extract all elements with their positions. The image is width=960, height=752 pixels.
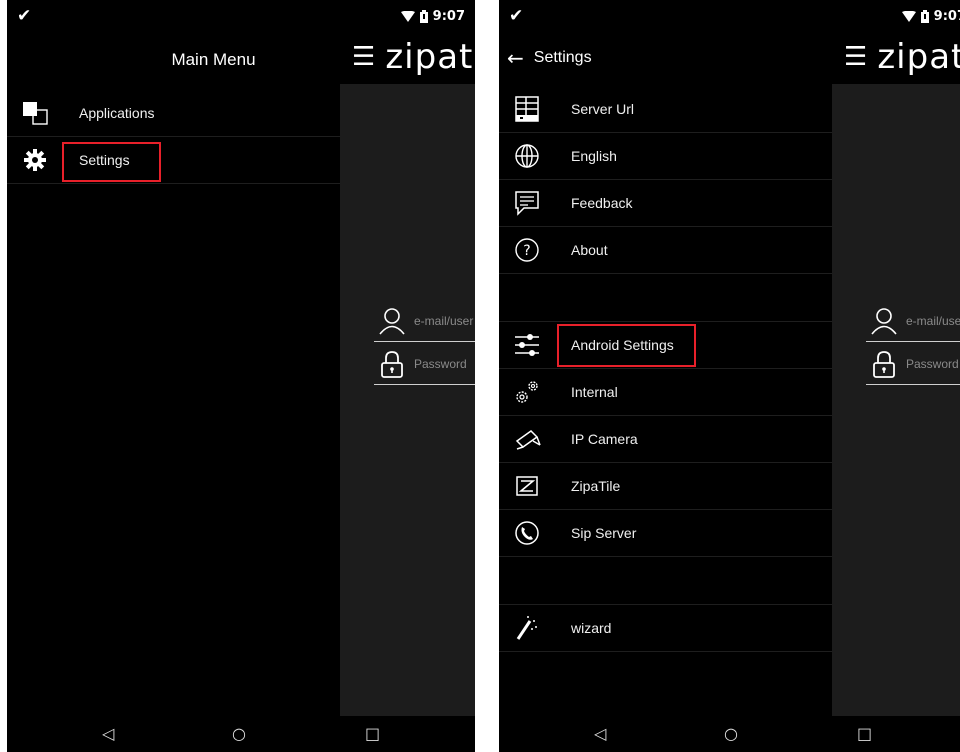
menu-item-feedback[interactable]: Feedback [499, 180, 832, 227]
lock-icon [873, 350, 895, 378]
app-logo: zipato [385, 37, 475, 77]
zipatile-icon [499, 474, 555, 498]
menu-item-wizard[interactable]: wizard [499, 605, 832, 652]
menu-item-english[interactable]: English [499, 133, 832, 180]
app-background: ☰ zipato e-mail/user Password [340, 30, 475, 716]
clock: 9:07 [933, 9, 960, 24]
nav-bar: ◁ ○ □ [7, 716, 475, 752]
hamburger-menu-icon[interactable]: ☰ [352, 42, 375, 72]
app-toolbar: ☰ zipato [832, 30, 960, 84]
menu-item-about[interactable]: ? About [499, 227, 832, 274]
clock: 9:07 [432, 9, 465, 24]
menu-item-zipatile[interactable]: ZipaTile [499, 463, 832, 510]
question-icon: ? [499, 237, 555, 263]
settings-header: ← Settings [499, 30, 832, 86]
menu-item-label: wizard [571, 620, 612, 636]
settings-drawer: ← Settings Server Url English Feedback ? [499, 30, 832, 716]
back-icon[interactable]: ◁ [102, 724, 114, 743]
user-icon [379, 307, 405, 335]
drawer-title: Main Menu [7, 30, 340, 90]
password-placeholder: Password [414, 356, 467, 371]
server-icon [499, 95, 555, 123]
wifi-icon [400, 11, 415, 22]
menu-item-label: Feedback [571, 195, 633, 211]
battery-icon [419, 10, 428, 23]
hamburger-menu-icon[interactable]: ☰ [844, 42, 867, 72]
right-screen: ✔ 9:07 ☰ zipato e-mail/user Password ← S… [499, 0, 960, 752]
globe-icon [499, 143, 555, 169]
svg-text:?: ? [523, 243, 530, 259]
check-icon: ✔ [509, 6, 524, 26]
status-bar: ✔ 9:07 [499, 0, 960, 30]
wifi-icon [901, 11, 916, 22]
menu-item-label: Internal [571, 384, 618, 400]
menu-item-label: Server Url [571, 101, 635, 117]
home-icon[interactable]: ○ [724, 724, 738, 743]
recents-icon[interactable]: □ [365, 724, 380, 743]
highlight-box [62, 142, 161, 182]
back-icon[interactable]: ◁ [594, 724, 606, 743]
email-field[interactable]: e-mail/user [866, 300, 960, 342]
menu-item-sip-server[interactable]: Sip Server [499, 510, 832, 557]
email-field[interactable]: e-mail/user [374, 300, 475, 342]
highlight-box [557, 324, 696, 367]
menu-item-android-settings[interactable]: Android Settings [499, 322, 832, 369]
menu-item-label: Sip Server [571, 525, 637, 541]
windows-icon [7, 100, 63, 126]
page-title: Settings [533, 49, 592, 66]
nav-bar: ◁ ○ □ [499, 716, 960, 752]
battery-icon [920, 10, 929, 23]
recents-icon[interactable]: □ [857, 724, 872, 743]
menu-item-label: Applications [79, 105, 155, 121]
menu-item-server-url[interactable]: Server Url [499, 86, 832, 133]
divider [499, 557, 832, 605]
menu-item-label: IP Camera [571, 431, 638, 447]
home-icon[interactable]: ○ [232, 724, 246, 743]
app-logo: zipato [877, 37, 960, 77]
email-placeholder: e-mail/user [414, 313, 474, 328]
menu-item-applications[interactable]: Applications [7, 90, 340, 137]
status-bar: ✔ 9:07 [7, 0, 475, 30]
menu-item-settings[interactable]: Settings [7, 137, 340, 184]
camera-icon [499, 427, 555, 451]
page-title: Main Menu [171, 50, 256, 69]
menu-item-label: About [571, 242, 608, 258]
menu-item-ip-camera[interactable]: IP Camera [499, 416, 832, 463]
phone-icon [499, 520, 555, 546]
back-arrow-icon[interactable]: ← [507, 46, 524, 70]
app-background: ☰ zipato e-mail/user Password [832, 30, 960, 716]
main-menu-drawer: Main Menu Applications Settings [7, 30, 340, 716]
lock-icon [381, 350, 403, 378]
gear-icon [7, 148, 63, 172]
check-icon: ✔ [17, 6, 32, 26]
sliders-icon [499, 333, 555, 357]
left-screen: ✔ 9:07 ☰ zipato e-mail/user Password Mai… [7, 0, 475, 752]
divider [499, 274, 832, 322]
password-field[interactable]: Password [866, 343, 960, 385]
gears-icon [499, 378, 555, 406]
password-placeholder: Password [906, 356, 959, 371]
menu-item-internal[interactable]: Internal [499, 369, 832, 416]
menu-item-label: ZipaTile [571, 478, 621, 494]
password-field[interactable]: Password [374, 343, 475, 385]
app-toolbar: ☰ zipato [340, 30, 475, 84]
chat-icon [499, 190, 555, 216]
email-placeholder: e-mail/user [906, 313, 960, 328]
user-icon [871, 307, 897, 335]
wand-icon [499, 615, 555, 641]
menu-item-label: English [571, 148, 617, 164]
